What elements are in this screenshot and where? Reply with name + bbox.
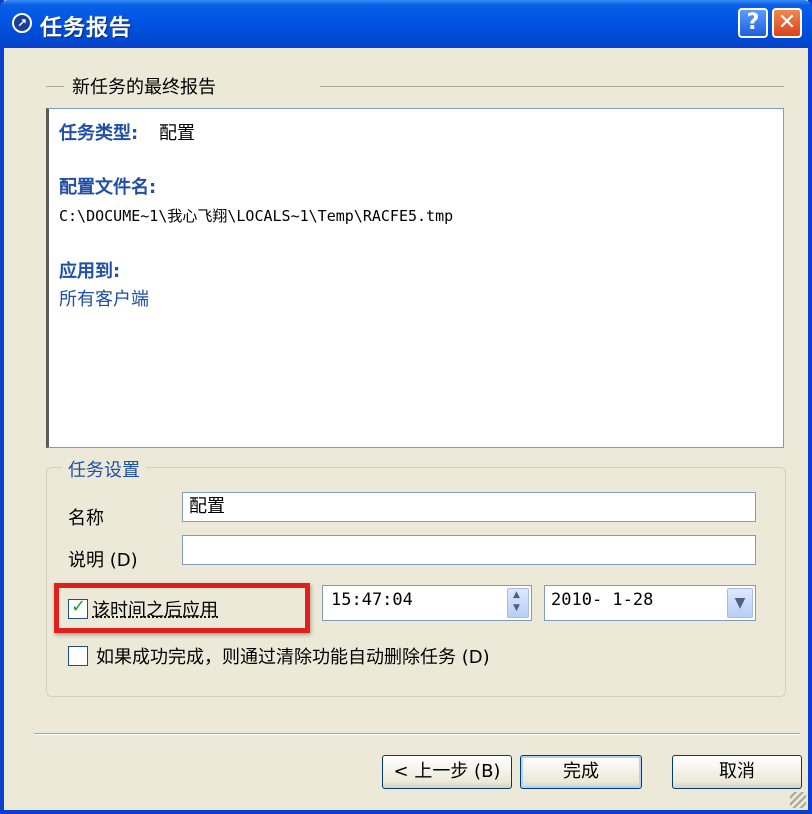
- date-picker[interactable]: 2010- 1-28 ▼: [544, 585, 756, 621]
- name-label: 名称: [68, 508, 104, 529]
- back-button[interactable]: < 上一步 (B): [382, 755, 512, 789]
- app-icon: ↗: [12, 13, 32, 33]
- spinner-buttons[interactable]: ▲ ▼: [507, 588, 529, 618]
- annotation-highlight-box: [54, 583, 310, 633]
- chevron-down-icon[interactable]: ▼: [727, 588, 753, 618]
- spin-down-icon[interactable]: ▼: [513, 603, 520, 613]
- name-input[interactable]: 配置: [182, 492, 756, 522]
- config-file-label: 配置文件名:: [59, 177, 157, 198]
- section-divider-left: [46, 86, 64, 87]
- report-section-title: 新任务的最终报告: [72, 77, 216, 98]
- finish-button[interactable]: 完成: [520, 755, 642, 789]
- auto-delete-checkbox[interactable]: [68, 646, 88, 666]
- close-button[interactable]: ✕: [772, 8, 802, 38]
- auto-delete-label[interactable]: 如果成功完成，则通过清除功能自动删除任务 (D): [96, 643, 490, 669]
- footer-divider-highlight: [34, 734, 800, 735]
- resize-grip-icon[interactable]: [790, 792, 806, 808]
- date-value: 2010- 1-28: [551, 590, 654, 610]
- time-spinner[interactable]: 15:47:04 ▲ ▼: [322, 585, 532, 621]
- task-type-value: 配置: [159, 123, 195, 144]
- apply-to-label: 应用到:: [59, 261, 121, 282]
- description-label: 说明 (D): [68, 550, 138, 571]
- title-bar[interactable]: ↗ 任务报告 ? ✕: [0, 0, 812, 48]
- description-input[interactable]: [182, 535, 756, 565]
- section-divider-right: [320, 86, 784, 87]
- cancel-button[interactable]: 取消: [672, 755, 802, 789]
- time-value: 15:47:04: [331, 590, 413, 610]
- window-title: 任务报告: [40, 16, 133, 41]
- report-textbox[interactable]: 任务类型: 配置 配置文件名: C:\DOCUME~1\我心飞翔\LOCALS~…: [46, 108, 784, 448]
- task-type-label: 任务类型:: [59, 123, 139, 144]
- task-report-dialog: ↗ 任务报告 ? ✕ 新任务的最终报告 任务类型: 配置 配置文件名: C:\D…: [0, 0, 812, 814]
- task-settings-title: 任务设置: [62, 456, 146, 482]
- config-file-path: C:\DOCUME~1\我心飞翔\LOCALS~1\Temp\RACFE5.tm…: [59, 207, 454, 225]
- help-button[interactable]: ?: [738, 8, 768, 38]
- spin-up-icon[interactable]: ▲: [513, 590, 520, 600]
- apply-to-value: 所有客户端: [59, 289, 149, 310]
